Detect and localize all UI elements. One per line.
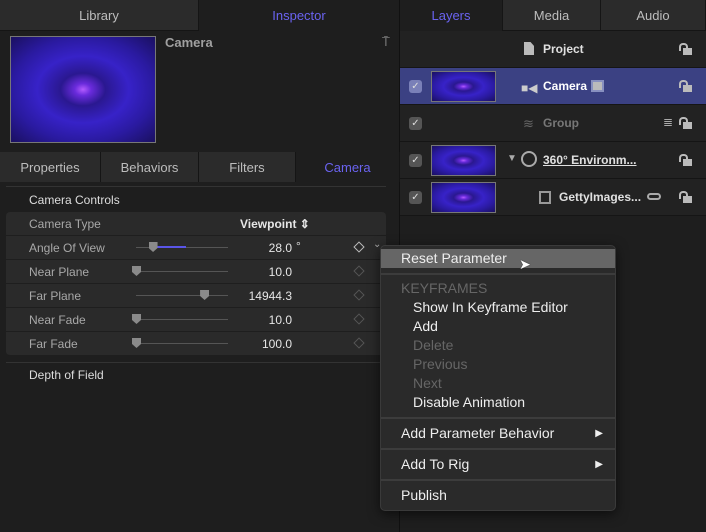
param-label: Near Fade <box>29 313 86 327</box>
layer-row-360-environment[interactable]: ✓ ▼ 360° Environm... <box>400 142 706 179</box>
section-depth-of-field[interactable]: Depth of Field <box>29 368 104 382</box>
submenu-arrow-icon: ▶ <box>595 428 603 439</box>
camera-type-popup[interactable]: Viewpoint ⇕ <box>240 217 310 231</box>
document-icon <box>524 42 534 55</box>
param-row: Near Fade 10.0 <box>6 308 386 332</box>
layer-name: GettyImages... <box>559 190 642 204</box>
lock-icon[interactable] <box>679 191 692 204</box>
keyframe-icon[interactable] <box>353 313 365 325</box>
updown-icon: ⇕ <box>299 217 310 231</box>
layer-row-project[interactable]: Project <box>400 31 706 68</box>
param-value[interactable]: 14944.3 <box>249 289 292 303</box>
subtab-behaviors[interactable]: Behaviors <box>101 152 199 182</box>
layer-thumbnail <box>431 182 496 213</box>
layer-checkbox[interactable]: ✓ <box>409 117 422 130</box>
keyframe-icon[interactable] <box>353 289 365 301</box>
tab-layers[interactable]: Layers <box>400 0 503 31</box>
keyframe-icon[interactable] <box>353 241 365 253</box>
param-label: Angle Of View <box>29 241 105 255</box>
subtab-camera[interactable]: Camera <box>296 152 400 182</box>
layer-name: Project <box>543 42 584 56</box>
param-row: Far Fade 100.0 <box>6 332 386 356</box>
lock-icon[interactable] <box>679 43 692 56</box>
param-camera-type: Camera Type Viewpoint ⇕ <box>6 212 386 236</box>
stack-icon: ≣ <box>663 115 674 129</box>
layer-name: 360° Environm... <box>543 153 637 167</box>
menu-reset-parameter[interactable]: Reset Parameter <box>381 249 615 268</box>
section-camera-controls[interactable]: Camera Controls <box>29 193 120 207</box>
param-row: Near Plane 10.0 <box>6 260 386 284</box>
slider-knob[interactable] <box>132 314 141 324</box>
subtab-filters[interactable]: Filters <box>199 152 296 182</box>
menu-add-keyframe[interactable]: Add <box>381 317 615 336</box>
param-slider[interactable] <box>136 271 228 272</box>
menu-disable-animation[interactable]: Disable Animation <box>381 393 615 412</box>
menu-show-keyframe-editor[interactable]: Show In Keyframe Editor <box>381 298 615 317</box>
param-unit: ° <box>296 239 301 253</box>
inspector-title: Camera <box>165 35 213 50</box>
slider-knob[interactable] <box>132 338 141 348</box>
param-label: Near Plane <box>29 265 90 279</box>
layer-row-camera[interactable]: ✓ ■◀ Camera <box>400 68 706 105</box>
keyframe-icon[interactable] <box>353 265 365 277</box>
param-slider[interactable] <box>136 319 228 320</box>
param-label: Far Plane <box>29 289 82 303</box>
film-icon <box>539 191 551 204</box>
lock-icon[interactable] <box>679 154 692 167</box>
active-camera-icon <box>591 80 604 92</box>
tab-media[interactable]: Media <box>503 0 601 31</box>
menu-delete-keyframe: Delete <box>413 337 454 353</box>
subtab-properties[interactable]: Properties <box>0 152 101 182</box>
group-icon: ≋ <box>523 116 534 131</box>
360-icon <box>521 151 537 167</box>
tab-inspector[interactable]: Inspector <box>199 0 400 31</box>
param-slider[interactable] <box>136 343 228 344</box>
param-slider[interactable] <box>136 295 228 296</box>
layer-name: Camera <box>543 79 588 93</box>
layer-row-group[interactable]: ✓ ≋ Group ≣ <box>400 105 706 142</box>
param-row: Angle Of View 28.0 ° ⌄ <box>6 236 386 260</box>
param-value[interactable]: 10.0 <box>269 313 292 327</box>
param-label: Far Fade <box>29 337 78 351</box>
layer-name: Group <box>543 116 579 130</box>
lock-icon[interactable] <box>679 117 692 130</box>
slider-fill <box>152 246 186 248</box>
slider-knob[interactable] <box>148 242 158 252</box>
slider-knob[interactable] <box>200 290 210 300</box>
link-icon <box>647 193 661 200</box>
layer-row-gettyimages[interactable]: ✓ GettyImages... <box>400 179 706 216</box>
param-row: Far Plane 14944.3 <box>6 284 386 308</box>
param-value[interactable]: 10.0 <box>269 265 292 279</box>
menu-keyframes-header: KEYFRAMES <box>401 280 488 296</box>
camera-icon: ■◀ <box>521 81 538 95</box>
menu-previous-keyframe: Previous <box>413 356 468 372</box>
camera-preview <box>10 36 156 143</box>
layer-thumbnail <box>431 71 496 102</box>
param-value[interactable]: 100.0 <box>262 337 292 351</box>
mouse-cursor-icon: ➤ <box>519 256 531 272</box>
lock-icon[interactable] <box>679 80 692 93</box>
submenu-arrow-icon: ▶ <box>595 459 603 470</box>
layer-checkbox[interactable]: ✓ <box>409 80 422 93</box>
keyframe-icon[interactable] <box>353 337 365 349</box>
tab-audio[interactable]: Audio <box>601 0 706 31</box>
menu-publish[interactable]: Publish <box>381 486 615 505</box>
layer-checkbox[interactable]: ✓ <box>409 191 422 204</box>
pin-icon[interactable]: ⍑ <box>382 34 390 50</box>
slider-knob[interactable] <box>132 266 141 276</box>
param-value[interactable]: 28.0 <box>269 241 292 255</box>
layer-thumbnail <box>431 145 496 176</box>
menu-next-keyframe: Next <box>413 375 442 391</box>
context-menu: Reset Parameter KEYFRAMES Show In Keyfra… <box>380 245 616 511</box>
disclosure-triangle-icon[interactable]: ▼ <box>507 153 517 164</box>
menu-add-to-rig[interactable]: Add To Rig ▶ <box>381 455 615 474</box>
layer-checkbox[interactable]: ✓ <box>409 154 422 167</box>
menu-add-parameter-behavior[interactable]: Add Parameter Behavior ▶ <box>381 424 615 443</box>
tab-library[interactable]: Library <box>0 0 199 31</box>
param-label: Camera Type <box>29 217 101 231</box>
